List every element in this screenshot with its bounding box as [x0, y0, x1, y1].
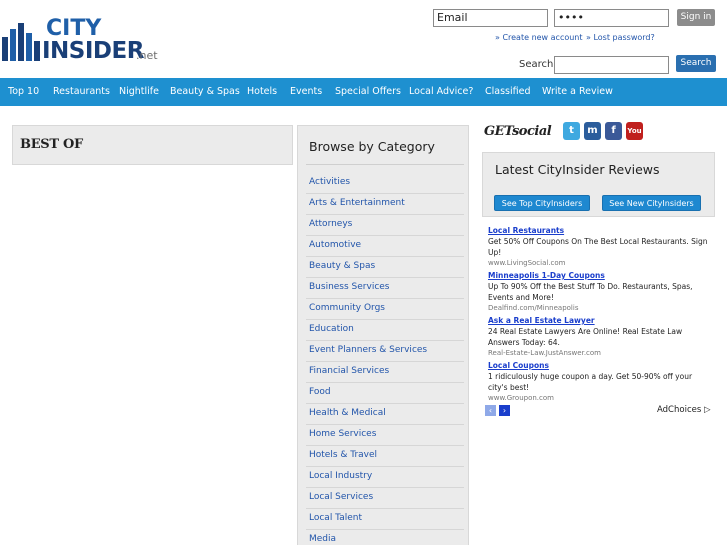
nav-item-classified[interactable]: Classified: [485, 78, 531, 106]
ads-block: Local Restaurants Get 50% Off Coupons On…: [482, 223, 715, 418]
lost-password-link[interactable]: » Lost password?: [586, 33, 655, 42]
adchoices-link[interactable]: AdChoices ▷: [657, 405, 711, 415]
best-of-panel: BEST OF: [12, 125, 293, 165]
category-label[interactable]: Education: [309, 324, 354, 334]
browse-title: Browse by Category: [309, 139, 435, 154]
category-label[interactable]: Community Orgs: [309, 303, 385, 313]
logo-bars-icon: [2, 23, 40, 61]
browse-category-panel: Browse by Category Activities Arts & Ent…: [297, 125, 469, 545]
search-button[interactable]: Search: [676, 55, 716, 72]
ad-title[interactable]: Local Restaurants: [488, 225, 712, 236]
nav-item-write-review[interactable]: Write a Review: [542, 78, 613, 106]
create-account-link[interactable]: » Create new account: [495, 33, 583, 42]
category-item[interactable]: Local Services: [306, 488, 464, 509]
see-new-cityinsiders-button[interactable]: See New CityInsiders: [602, 195, 701, 211]
facebook-icon[interactable]: f: [605, 122, 622, 140]
ad-url[interactable]: Dealfind.com/Minneapolis: [488, 303, 712, 314]
category-item[interactable]: Education: [306, 320, 464, 341]
category-label[interactable]: Beauty & Spas: [309, 261, 375, 271]
ad-item[interactable]: Ask a Real Estate Lawyer 24 Real Estate …: [488, 315, 712, 359]
nav-item-nightlife[interactable]: Nightlife: [119, 78, 159, 106]
nav-item-events[interactable]: Events: [290, 78, 322, 106]
nav-item-hotels[interactable]: Hotels: [247, 78, 277, 106]
nav-item-beauty-spas[interactable]: Beauty & Spas: [170, 78, 240, 106]
category-label[interactable]: Activities: [309, 177, 350, 187]
logo-text-city: CITY: [46, 16, 102, 41]
divider: [306, 164, 464, 165]
see-top-cityinsiders-button[interactable]: See Top CityInsiders: [494, 195, 590, 211]
youtube-icon[interactable]: You: [626, 122, 643, 140]
category-label[interactable]: Media: [309, 534, 336, 544]
category-label[interactable]: Local Talent: [309, 513, 362, 523]
main-nav: Top 10 Restaurants Nightlife Beauty & Sp…: [0, 78, 727, 106]
category-item[interactable]: Community Orgs: [306, 299, 464, 320]
category-label[interactable]: Food: [309, 387, 331, 397]
myspace-icon[interactable]: m: [584, 122, 601, 140]
category-item[interactable]: Business Services: [306, 278, 464, 299]
nav-item-top-10[interactable]: Top 10: [8, 78, 39, 106]
search-input[interactable]: [554, 56, 669, 74]
ad-title[interactable]: Minneapolis 1-Day Coupons: [488, 270, 712, 281]
adchoices-label: AdChoices: [657, 405, 702, 415]
nav-item-special-offers[interactable]: Special Offers: [335, 78, 401, 106]
ad-body: Up To 90% Off the Best Stuff To Do. Rest…: [488, 282, 693, 302]
category-label[interactable]: Hotels & Travel: [309, 450, 377, 460]
nav-item-local-advice[interactable]: Local Advice?: [409, 78, 473, 106]
logo-text-insider: INSIDER: [42, 38, 144, 64]
sign-in-button[interactable]: Sign in: [677, 9, 715, 26]
ad-body: Get 50% Off Coupons On The Best Local Re…: [488, 237, 708, 257]
ad-url[interactable]: Real-Estate-Law.JustAnswer.com: [488, 348, 712, 359]
logo-text-suffix: .net: [136, 49, 158, 62]
ad-prev-button[interactable]: ‹: [485, 405, 496, 416]
get-social-bar: GETsocial t m f You: [484, 122, 643, 144]
category-item[interactable]: Local Industry: [306, 467, 464, 488]
password-field[interactable]: ••••: [554, 9, 669, 27]
adchoices-icon: ▷: [703, 405, 711, 415]
site-header: CITY INSIDER .net Email •••• Sign in » C…: [0, 0, 727, 78]
category-label[interactable]: Financial Services: [309, 366, 389, 376]
category-label[interactable]: Event Planners & Services: [309, 345, 427, 355]
category-item[interactable]: Home Services: [306, 425, 464, 446]
category-item[interactable]: Financial Services: [306, 362, 464, 383]
category-item[interactable]: Health & Medical: [306, 404, 464, 425]
category-item[interactable]: Attorneys: [306, 215, 464, 236]
category-label[interactable]: Business Services: [309, 282, 390, 292]
category-item[interactable]: Arts & Entertainment: [306, 194, 464, 215]
get-social-label: GETsocial: [484, 124, 552, 139]
category-item[interactable]: Event Planners & Services: [306, 341, 464, 362]
category-label[interactable]: Local Industry: [309, 471, 372, 481]
category-label[interactable]: Automotive: [309, 240, 361, 250]
category-item[interactable]: Hotels & Travel: [306, 446, 464, 467]
site-logo[interactable]: CITY INSIDER .net: [2, 18, 167, 66]
category-item[interactable]: Local Talent: [306, 509, 464, 530]
email-field[interactable]: Email: [433, 9, 548, 27]
ad-title[interactable]: Local Coupons: [488, 360, 712, 371]
category-item[interactable]: Automotive: [306, 236, 464, 257]
category-label[interactable]: Local Services: [309, 492, 373, 502]
ad-next-button[interactable]: ›: [499, 405, 510, 416]
ad-body: 1 ridiculously huge coupon a day. Get 50…: [488, 372, 693, 392]
category-item[interactable]: Media: [306, 530, 464, 545]
ad-url[interactable]: www.Groupon.com: [488, 393, 712, 404]
category-label[interactable]: Home Services: [309, 429, 376, 439]
ad-item[interactable]: Local Coupons 1 ridiculously huge coupon…: [488, 360, 712, 404]
ad-url[interactable]: www.LivingSocial.com: [488, 258, 712, 269]
category-label[interactable]: Attorneys: [309, 219, 352, 229]
latest-reviews-panel: Latest CityInsider Reviews See Top CityI…: [482, 152, 715, 217]
ad-body: 24 Real Estate Lawyers Are Online! Real …: [488, 327, 683, 347]
nav-item-restaurants[interactable]: Restaurants: [53, 78, 110, 106]
ad-item[interactable]: Local Restaurants Get 50% Off Coupons On…: [488, 225, 712, 269]
category-item[interactable]: Beauty & Spas: [306, 257, 464, 278]
category-label[interactable]: Health & Medical: [309, 408, 386, 418]
category-item[interactable]: Food: [306, 383, 464, 404]
ad-title[interactable]: Ask a Real Estate Lawyer: [488, 315, 712, 326]
twitter-icon[interactable]: t: [563, 122, 580, 140]
ad-item[interactable]: Minneapolis 1-Day Coupons Up To 90% Off …: [488, 270, 712, 314]
category-item[interactable]: Activities: [306, 173, 464, 194]
latest-reviews-title: Latest CityInsider Reviews: [495, 162, 660, 177]
best-of-title: BEST OF: [20, 137, 83, 152]
category-label[interactable]: Arts & Entertainment: [309, 198, 405, 208]
search-label: Search: [519, 59, 554, 70]
